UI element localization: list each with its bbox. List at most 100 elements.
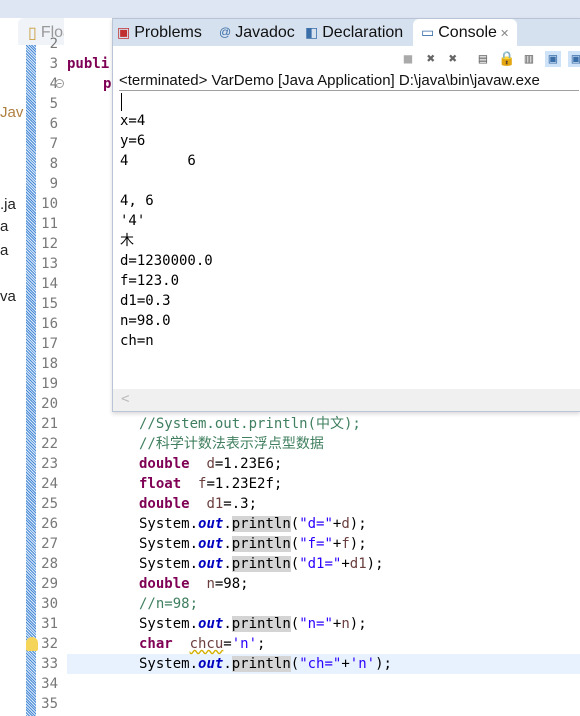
tab-declaration[interactable]: ◧ Declaration [305, 19, 403, 46]
console-line: n=98.0 [120, 313, 171, 329]
code-token: "d=" [299, 516, 333, 532]
code-line: //System.out.println(中文); [139, 414, 361, 434]
code-token: out [198, 656, 224, 672]
fold-collapse-icon[interactable]: − [55, 79, 64, 88]
text-caret [121, 93, 122, 111]
line-number: 13 [41, 256, 58, 272]
pin-console-icon[interactable]: ▣ [545, 51, 561, 67]
code-token: out [198, 516, 224, 532]
display-selected-console-icon[interactable]: ▣ [568, 51, 580, 67]
code-token: ( [290, 516, 300, 532]
code-token: //n=98; [139, 596, 199, 612]
code-token: + [341, 656, 350, 672]
line-number: 2 [49, 36, 58, 52]
remove-launch-icon[interactable]: ✖ [423, 51, 439, 67]
line-number: 12 [41, 236, 58, 252]
code-token: d [206, 456, 215, 472]
code-token: //System.out.println(中文); [139, 416, 361, 432]
line-number: 18 [41, 356, 58, 372]
explorer-item-fragment[interactable]: a [0, 242, 8, 259]
warning-icon[interactable] [26, 637, 38, 651]
code-token: 'n' [231, 636, 258, 652]
code-token: . [223, 656, 232, 672]
overview-ruler [26, 45, 36, 716]
code-token: System. [139, 656, 199, 672]
code-token: chcu [189, 636, 224, 652]
horizontal-scrollbar[interactable]: < [113, 389, 580, 411]
code-token: //科学计数法表示浮点型数据 [139, 436, 324, 452]
line-number: 20 [41, 396, 58, 412]
line-number: 30 [41, 596, 58, 612]
tab-javadoc[interactable]: @ Javadoc [219, 19, 295, 46]
close-tab-icon[interactable]: ✕ [497, 28, 509, 40]
code-token: + [341, 556, 350, 572]
code-token: ); [349, 536, 367, 552]
terminate-icon[interactable]: ■ [400, 51, 416, 67]
line-number: 22 [41, 436, 58, 452]
console-line: d1=0.3 [120, 293, 171, 309]
remove-all-icon[interactable]: ✖ [445, 51, 461, 67]
code-token: out [198, 616, 224, 632]
declaration-icon: ◧ [305, 24, 319, 41]
code-line: publi [67, 56, 110, 72]
explorer-item-fragment[interactable]: Jav [0, 104, 23, 121]
code-line: double d=1.23E6; [139, 454, 282, 474]
code-token: "n=" [299, 616, 333, 632]
code-token: ); [349, 616, 367, 632]
code-token: ( [290, 656, 300, 672]
code-line: p [103, 76, 112, 92]
code-token: System. [139, 616, 199, 632]
line-number: 33 [41, 656, 58, 672]
code-token: "d1=" [299, 556, 342, 572]
code-token: "ch=" [299, 656, 342, 672]
clear-console-icon[interactable]: ▤ [475, 51, 491, 67]
code-token: println [231, 616, 291, 632]
code-token: char [139, 636, 173, 652]
line-number: 9 [49, 176, 58, 192]
code-token: . [223, 556, 232, 572]
console-line: f=123.0 [120, 273, 180, 289]
code-token: double [139, 496, 190, 512]
code-token: System. [139, 556, 199, 572]
line-number: 3 [49, 56, 58, 72]
code-token: println [231, 556, 291, 572]
code-line: double n=98; [139, 574, 249, 594]
code-token: double [139, 456, 190, 472]
line-number: 23 [41, 456, 58, 472]
code-line: char chcu='n'; [139, 634, 265, 654]
explorer-item-fragment[interactable]: va [0, 288, 16, 305]
console-view: ▣ Problems @ Javadoc ◧ Declaration ▭ Console ✕ … [112, 18, 580, 412]
line-number: 25 [41, 496, 58, 512]
code-token: . [223, 516, 232, 532]
tab-console[interactable]: ▭ Console ✕ [413, 19, 518, 46]
console-line: 木 [120, 233, 134, 249]
line-number: 14 [41, 276, 58, 292]
explorer-item-fragment[interactable]: a [0, 218, 8, 235]
line-number: 32 [41, 636, 58, 652]
line-number: 11 [41, 216, 58, 232]
code-line: System.out.println("d1="+d1); [139, 554, 384, 574]
word-wrap-icon[interactable]: ▥ [521, 51, 537, 67]
code-token: out [198, 536, 224, 552]
explorer-item-fragment[interactable]: .ja [0, 196, 16, 213]
scroll-lock-icon[interactable]: 🔒 [498, 51, 515, 67]
line-number: 29 [41, 576, 58, 592]
tab-label: Console [438, 24, 497, 41]
code-token: float [139, 476, 182, 492]
tab-problems[interactable]: ▣ Problems [117, 19, 202, 46]
line-number-gutter: 2 3 4 5 6 7 8 9 10 11 12 13 14 15 16 17 18 19 20 21 22 23 24 25… [36, 36, 64, 716]
code-token: ( [290, 616, 300, 632]
console-line: y=6 [120, 133, 146, 149]
code-token: 'n' [349, 656, 376, 672]
code-token: d1 [349, 556, 367, 572]
code-line: System.out.println("d="+d); [139, 514, 367, 534]
tab-label: Problems [134, 24, 202, 41]
line-number: 31 [41, 616, 58, 632]
line-number: 19 [41, 376, 58, 392]
code-token: n [341, 616, 350, 632]
code-token: =1.23E6; [214, 456, 283, 472]
code-token: ); [349, 516, 367, 532]
